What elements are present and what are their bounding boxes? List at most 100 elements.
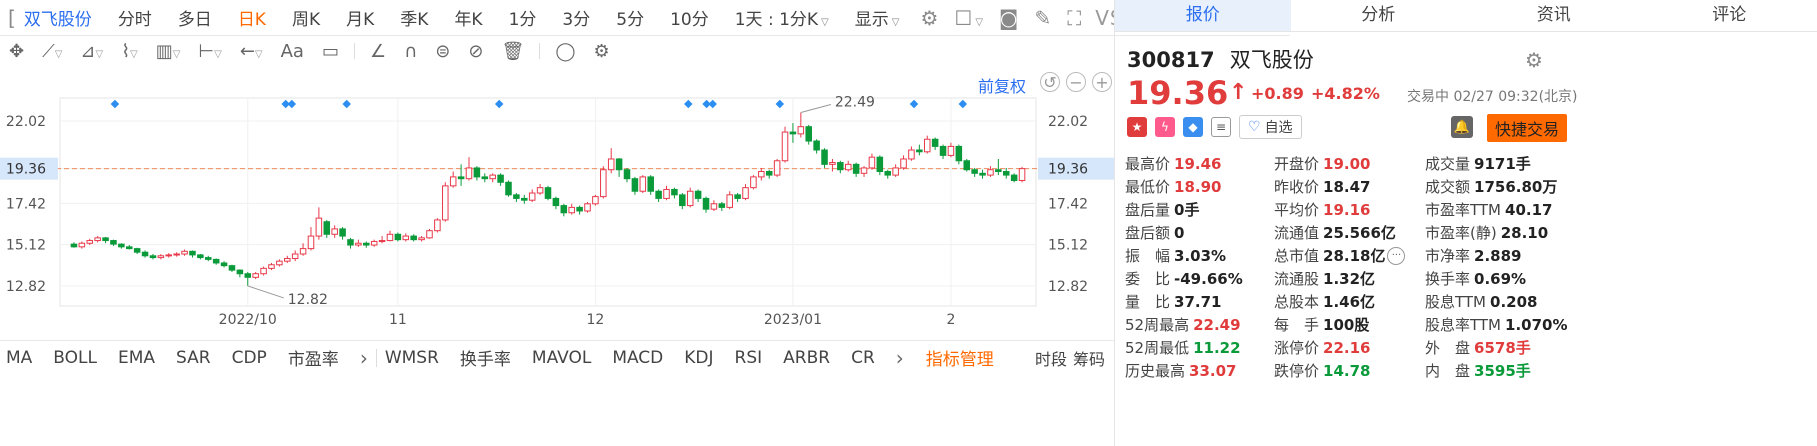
line-tool-icon[interactable]: ⟋▽	[33, 41, 71, 62]
candle-up	[181, 250, 188, 255]
period-5min[interactable]: 5分	[603, 5, 657, 30]
ind-arbr[interactable]: ARBR	[775, 348, 843, 368]
period-year-k[interactable]: 年K	[441, 5, 495, 30]
ind-kdj[interactable]: KDJ	[676, 348, 726, 368]
china-flag-icon: ★	[1127, 117, 1147, 137]
zoom-in-icon[interactable]: +	[1092, 72, 1112, 92]
chevron-right-icon[interactable]: ›	[352, 346, 376, 370]
period-10min[interactable]: 10分	[657, 5, 722, 30]
magnet-icon[interactable]: ∩	[395, 41, 426, 62]
candle-down	[765, 171, 773, 176]
candle-down	[236, 269, 244, 275]
zoom-out-icon[interactable]: −	[1066, 72, 1086, 92]
ind-macd[interactable]: MACD	[604, 348, 676, 368]
settings-icon[interactable]: ⚙	[912, 6, 946, 30]
wave-tool-icon[interactable]: ⌇▽	[112, 41, 147, 62]
interval-select[interactable]: 1天 : 1分K ▽	[722, 5, 842, 30]
eye-icon[interactable]: ⊜	[426, 41, 459, 62]
kline-svg[interactable]: 22.02 22.02 17.42 17.42 15.12 15.12 12.82 12.82…	[0, 66, 1114, 340]
measure-tool-icon[interactable]: ⊢▽	[189, 41, 230, 62]
candle-up	[426, 230, 433, 239]
hide-icon[interactable]: ⊘	[459, 41, 492, 62]
period-fenshi[interactable]: 分时	[105, 5, 165, 30]
period-day-k[interactable]: 日K	[225, 5, 279, 30]
stock-name-tab[interactable]: 双飞股份	[18, 5, 105, 30]
ind-rsi[interactable]: RSI	[727, 348, 776, 368]
period-month-k[interactable]: 月K	[333, 5, 387, 30]
last-price-label-left: 19.36	[6, 162, 46, 178]
ind-sar[interactable]: SAR	[168, 348, 224, 368]
gear-icon[interactable]: ⚙	[585, 41, 619, 62]
period-quarter-k[interactable]: 季K	[387, 5, 441, 30]
candle-down	[323, 221, 331, 235]
x-tick-label: 2	[946, 312, 955, 328]
ind-mavol[interactable]: MAVOL	[524, 348, 604, 368]
gear-icon[interactable]: ⚙	[1525, 48, 1543, 72]
add-watchlist-button[interactable]: ♡ 自选	[1239, 115, 1302, 139]
ind-turnover[interactable]: 换手率	[452, 345, 524, 370]
interval-label: 1天 : 1分K	[734, 10, 819, 30]
tab-news[interactable]: 资讯	[1466, 0, 1642, 31]
stock-code: 300817	[1127, 48, 1215, 72]
quick-trade-button[interactable]: 快捷交易	[1487, 114, 1568, 142]
stat-label: 最低价	[1125, 178, 1171, 196]
move-icon[interactable]: ✥	[0, 41, 33, 62]
text-tool-icon[interactable]: Aa	[272, 41, 313, 62]
y-tick-left: 15.12	[6, 238, 46, 254]
period-week-k[interactable]: 周K	[279, 5, 333, 30]
stat-cell: 涨停价 22.16	[1274, 337, 1425, 358]
ind-pe[interactable]: 市盈率	[280, 345, 352, 370]
candle-up	[78, 242, 86, 248]
pen-icon[interactable]: ✎	[1026, 6, 1059, 30]
stat-value: 0.208	[1490, 292, 1538, 311]
stat-cell: 换手率 0.69%	[1425, 268, 1565, 289]
bell-icon[interactable]: 🔔	[1451, 116, 1473, 138]
camera-icon[interactable]: ◙	[991, 6, 1026, 30]
chevron-right-icon[interactable]: ›	[888, 346, 912, 370]
compare-icon[interactable]: ◯	[546, 41, 584, 62]
ind-wmsr[interactable]: WMSR	[377, 348, 452, 368]
tab-quote[interactable]: 报价	[1115, 0, 1291, 31]
more-icon[interactable]: ···	[1387, 246, 1406, 265]
trash-icon[interactable]: 🗑	[492, 41, 533, 62]
candle-down	[955, 145, 963, 162]
stat-label: 盘后量	[1125, 201, 1171, 219]
angle-tool-icon[interactable]: ∠	[361, 41, 395, 62]
tab-analysis[interactable]: 分析	[1291, 0, 1467, 31]
chip-button[interactable]: 筹码	[1073, 346, 1105, 370]
stat-value: 19.46	[1174, 154, 1222, 173]
arrow-tool-icon[interactable]: ←▽	[231, 41, 272, 62]
candle-down	[544, 187, 552, 199]
chart-style-icon[interactable]: ☐ ▽	[946, 6, 991, 30]
period-1min[interactable]: 1分	[496, 5, 550, 30]
tab-comments[interactable]: 评论	[1642, 0, 1817, 31]
session-button[interactable]: 时段	[1035, 346, 1067, 370]
indicator-manage-button[interactable]: 指标管理	[912, 345, 1008, 370]
stat-label: 跌停价	[1274, 362, 1320, 380]
candle-down	[615, 158, 623, 171]
ind-ma[interactable]: MA	[0, 348, 45, 368]
reset-icon[interactable]: ↺	[1040, 72, 1060, 92]
ind-cdp[interactable]: CDP	[224, 348, 280, 368]
ind-cr[interactable]: CR	[843, 348, 888, 368]
fib-tool-icon[interactable]: ▥▽	[147, 41, 190, 62]
kline-chart[interactable]: 22.02 22.02 17.42 17.42 15.12 15.12 12.82 12.82…	[0, 66, 1290, 340]
candle-down	[805, 126, 812, 142]
comment-tool-icon[interactable]: ▭	[313, 41, 348, 62]
ind-ema[interactable]: EMA	[110, 348, 168, 368]
adjust-mode-button[interactable]: 前复权	[978, 73, 1026, 97]
stat-value: 1.32亿	[1323, 270, 1376, 288]
period-duori[interactable]: 多日	[165, 5, 225, 30]
candle-up	[639, 176, 647, 192]
stat-value: 37.71	[1174, 292, 1222, 311]
display-menu[interactable]: 显示 ▽	[842, 5, 913, 30]
fullscreen-icon[interactable]: ⛶	[1059, 6, 1089, 30]
stat-value: 1.070%	[1505, 315, 1568, 334]
candle-down	[979, 172, 986, 176]
channel-tool-icon[interactable]: ⊿▽	[71, 41, 112, 62]
ind-boll[interactable]: BOLL	[45, 348, 110, 368]
stat-cell: 量 比 37.71	[1125, 291, 1274, 312]
candle-down	[552, 197, 560, 207]
period-3min[interactable]: 3分	[549, 5, 603, 30]
stat-value: 11.22	[1193, 338, 1241, 357]
